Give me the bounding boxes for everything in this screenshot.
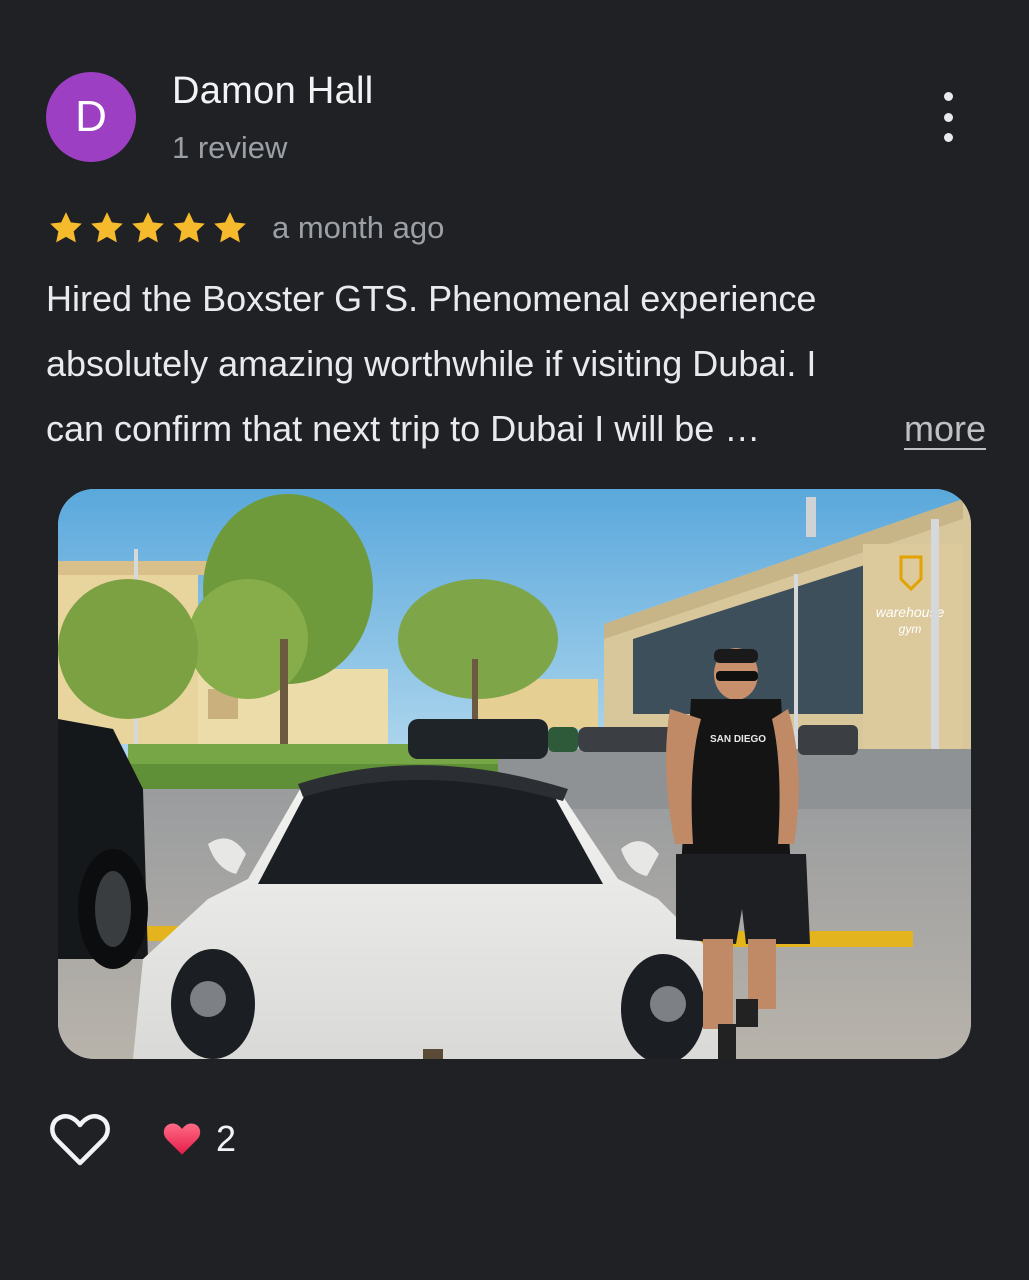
svg-text:SAN DIEGO: SAN DIEGO <box>710 734 766 745</box>
review-text-line: Hired the Boxster GTS. Phenomenal experi… <box>46 278 817 319</box>
avatar[interactable]: D <box>46 72 136 162</box>
reaction-summary[interactable]: 2 <box>162 1118 236 1160</box>
star-icon <box>173 212 205 243</box>
review-text[interactable]: Hired the Boxster GTS. Phenomenal experi… <box>46 266 986 461</box>
star-icon <box>132 212 164 243</box>
rating-row: a month ago <box>46 205 444 251</box>
star-rating <box>46 208 250 248</box>
author-name[interactable]: Damon Hall <box>172 70 374 113</box>
review-photo[interactable]: warehouse gym SAN DIEGO <box>58 489 971 1059</box>
review-text-line: absolutely amazing worthwhile if visitin… <box>46 343 817 384</box>
more-options-icon[interactable] <box>926 92 970 142</box>
review-text-line: can confirm that next trip to Dubai I wi… <box>46 408 761 449</box>
like-button[interactable] <box>48 1110 112 1170</box>
more-link[interactable]: more <box>904 396 986 461</box>
review-time: a month ago <box>272 210 445 245</box>
heart-outline-icon <box>50 1114 110 1166</box>
avatar-initial: D <box>75 92 107 141</box>
star-icon <box>50 212 82 243</box>
star-icon <box>214 212 246 243</box>
svg-text:gym: gym <box>899 622 922 636</box>
photo-scene: warehouse gym SAN DIEGO <box>58 489 971 1059</box>
review-count[interactable]: 1 review <box>172 130 287 166</box>
red-heart-icon <box>163 1123 201 1155</box>
like-count: 2 <box>216 1118 237 1159</box>
star-icon <box>91 212 123 243</box>
review-card: D Damon Hall 1 review a month ago Hired … <box>0 0 1029 1280</box>
